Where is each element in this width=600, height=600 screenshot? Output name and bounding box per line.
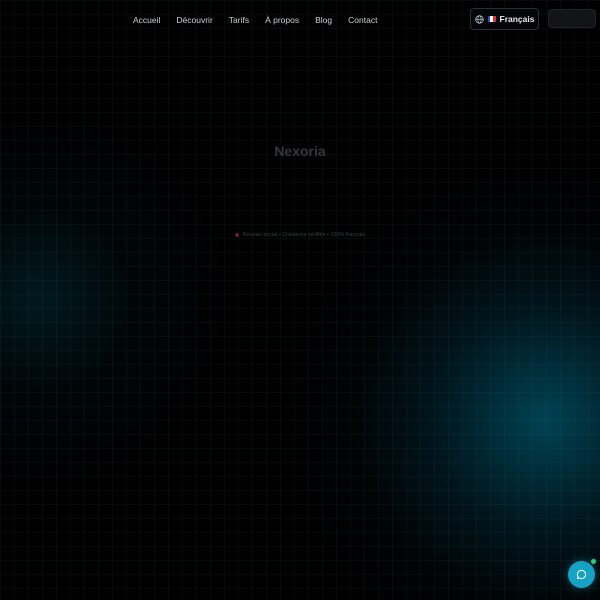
page: Accueil Découvrir Tarifs À propos Blog C… <box>0 0 600 600</box>
top-navigation: Accueil Découvrir Tarifs À propos Blog C… <box>0 8 600 32</box>
status-dot <box>234 233 239 237</box>
nav-link-accueil[interactable]: Accueil <box>125 15 168 25</box>
chat-bubble-icon <box>576 569 587 580</box>
nav-link-decouvrir[interactable]: Découvrir <box>168 15 220 25</box>
brand-title: Nexoria <box>274 143 326 159</box>
online-status-dot <box>590 558 597 565</box>
france-flag-icon <box>487 16 496 22</box>
nav-link-a-propos[interactable]: À propos <box>257 15 307 25</box>
globe-icon <box>474 14 484 24</box>
language-label: Français <box>499 14 535 24</box>
nav-link-contact[interactable]: Contact <box>340 15 385 25</box>
account-button[interactable] <box>548 9 596 28</box>
language-selector-button[interactable]: Français <box>470 8 539 30</box>
background-grid <box>0 0 600 600</box>
nav-links: Accueil Découvrir Tarifs À propos Blog C… <box>125 8 385 32</box>
chat-button[interactable] <box>568 561 595 588</box>
hero-tagline: Réseau social • Créateurs vérifiés • 100… <box>0 232 600 238</box>
nav-link-tarifs[interactable]: Tarifs <box>221 15 257 25</box>
tagline-text: Réseau social • Créateurs vérifiés • 100… <box>242 232 366 238</box>
nav-link-blog[interactable]: Blog <box>307 15 340 25</box>
